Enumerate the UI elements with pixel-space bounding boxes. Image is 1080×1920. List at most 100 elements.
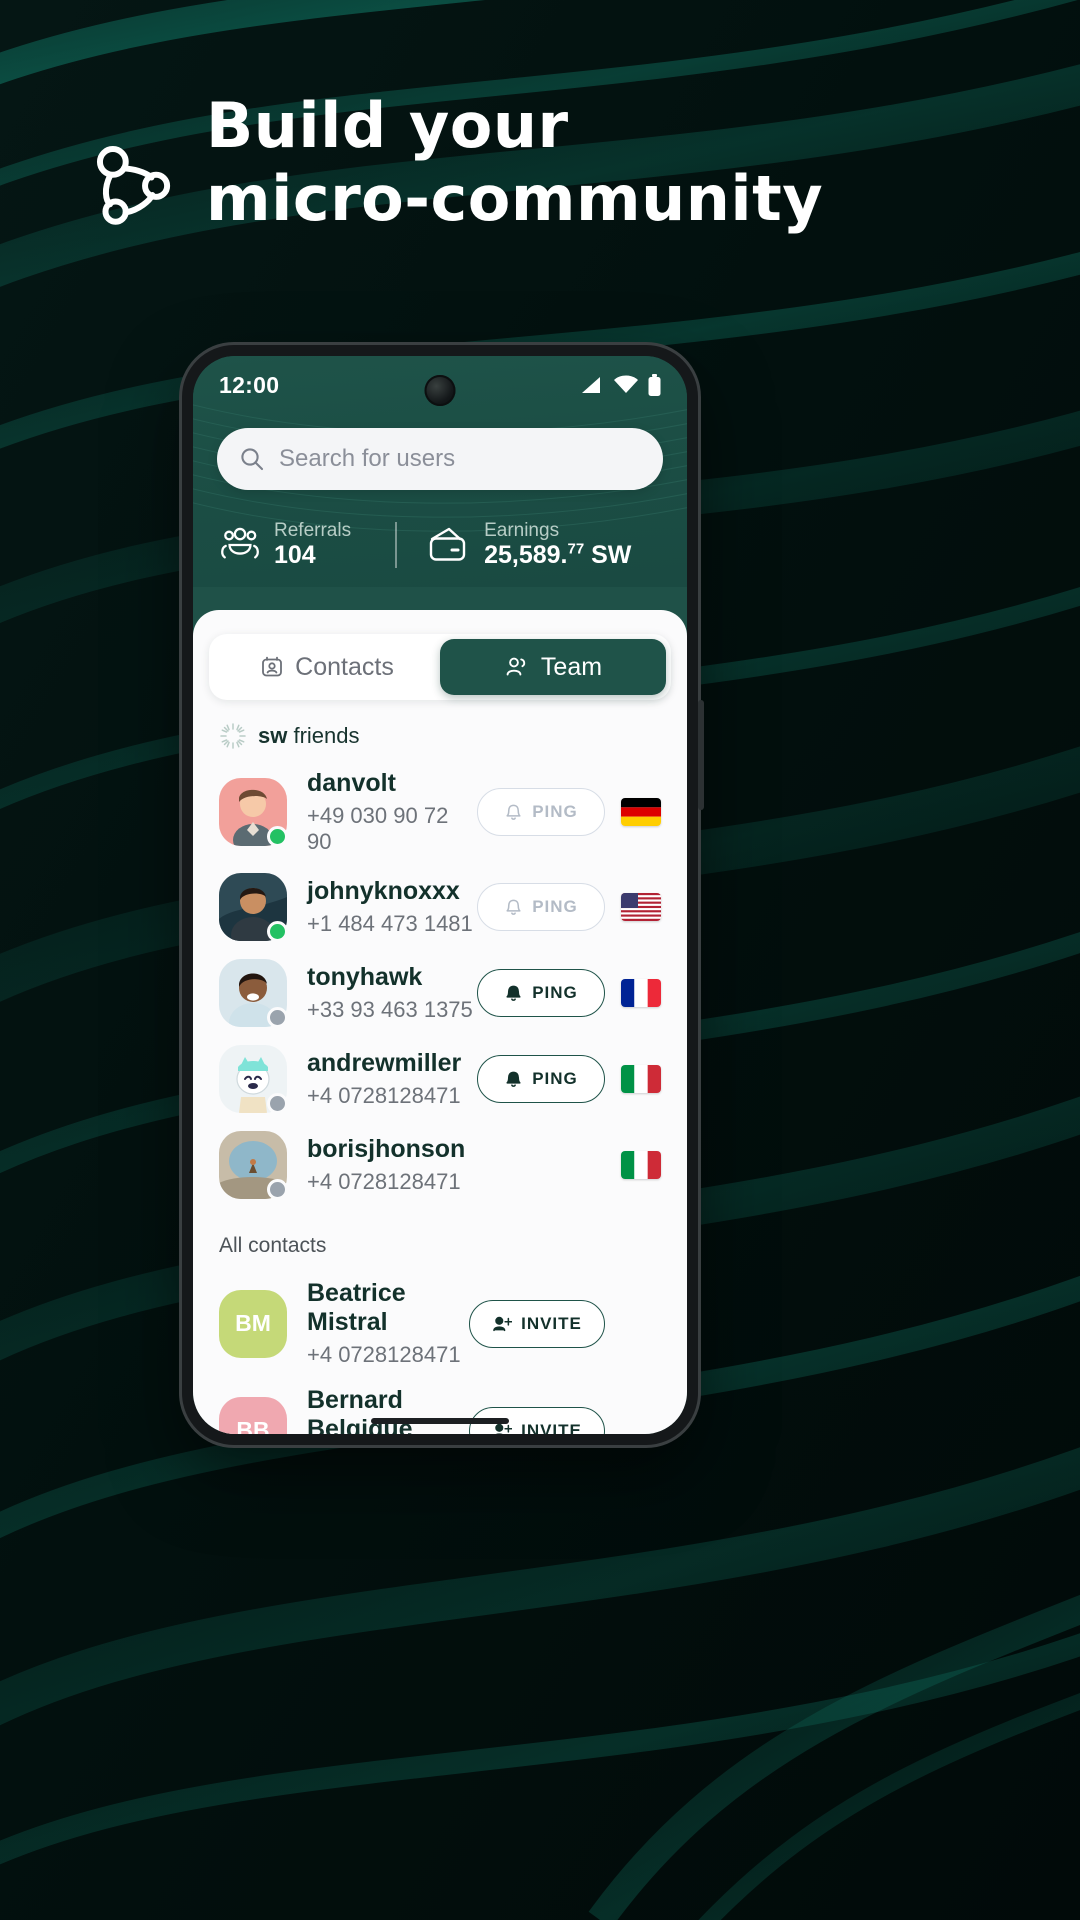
status-clock: 12:00 (219, 371, 280, 398)
table-row[interactable]: danvolt +49 030 90 72 90 PING (193, 760, 687, 864)
signal-icon (582, 377, 600, 393)
home-indicator[interactable] (371, 1418, 509, 1424)
stat-referrals-value: 104 (274, 541, 316, 570)
status-dot-offline (267, 1007, 288, 1028)
section-header-friends: sw friends (193, 700, 687, 760)
table-row[interactable]: johnyknoxxx +1 484 473 1481 PING (193, 864, 687, 950)
bell-icon (506, 985, 521, 1001)
table-row[interactable]: tonyhawk +33 93 463 1375 PING (193, 950, 687, 1036)
section-header-all-contacts: All contacts (219, 1234, 327, 1257)
stats-row: Referrals 104 Earnings 25,589.77 SW (193, 520, 687, 569)
status-dot-offline (267, 1179, 288, 1200)
people-icon (506, 657, 526, 676)
flag-de (621, 798, 661, 826)
wifi-icon (614, 375, 638, 393)
user-plus-icon (493, 1316, 513, 1331)
ping-button[interactable]: PING (477, 1055, 605, 1103)
hero-header: Build your micro-community (0, 89, 1080, 235)
invite-button-label: INVITE (521, 1313, 582, 1333)
search-icon (241, 448, 264, 471)
headline-line-2: micro-community (206, 161, 824, 235)
search-placeholder-text: Search for users (279, 445, 456, 472)
table-row[interactable]: BB Bernard Belgique +4 0728128471 (193, 1377, 687, 1434)
avatar-initials: BB (219, 1396, 287, 1434)
contact-card-icon (262, 656, 283, 677)
tab-bar: Contacts Team (209, 634, 671, 700)
user-phone: +4 0728128471 (307, 1169, 461, 1194)
user-name: johnyknoxxx (307, 877, 460, 905)
stat-referrals[interactable]: Referrals 104 (219, 520, 351, 569)
user-name: tonyhawk (307, 963, 423, 991)
battery-icon (648, 374, 661, 396)
user-name: andrewmiller (307, 1049, 462, 1077)
content-sheet: Contacts Team sw friends danvolt +49 030… (193, 610, 687, 1434)
contacts-list: BM Beatrice Mistral +4 0728128471 INVITE… (193, 1270, 687, 1434)
search-input[interactable]: Search for users (217, 428, 663, 490)
invite-button-label: INVITE (521, 1420, 582, 1435)
phone-mockup: 12:00 Search for users Referrals 104 Ear… (182, 345, 704, 1445)
contact-name: Beatrice Mistral (307, 1279, 406, 1336)
flag-fr (621, 979, 661, 1007)
row-meta: borisjhonson +4 0728128471 (307, 1135, 605, 1195)
user-phone: +4 0728128471 (307, 1083, 461, 1108)
tab-contacts-label: Contacts (295, 652, 394, 681)
community-network-icon (96, 146, 171, 225)
table-row[interactable]: andrewmiller +4 0728128471 PING (193, 1036, 687, 1122)
stat-earnings-texts: Earnings 25,589.77 SW (484, 520, 631, 569)
referrals-group-icon (221, 527, 259, 559)
user-name: borisjhonson (307, 1135, 466, 1163)
friends-list: danvolt +49 030 90 72 90 PING johnyknoxx… (193, 760, 687, 1208)
earnings-main: 25,589. (484, 541, 568, 570)
sw-burst-icon (220, 723, 246, 749)
contact-name: Bernard Belgique (307, 1386, 413, 1434)
status-dot-offline (267, 1093, 288, 1114)
stat-earnings-value: 25,589.77 SW (484, 541, 631, 569)
stat-referrals-texts: Referrals 104 (274, 520, 351, 569)
avatar-initials: BM (219, 1289, 287, 1358)
ping-button-label: PING (532, 802, 578, 821)
row-meta: andrewmiller +4 0728128471 (307, 1049, 477, 1109)
earnings-cents: 77 (567, 540, 585, 558)
avatar (219, 873, 288, 942)
avatar: BB (219, 1396, 287, 1434)
row-meta: johnyknoxxx +1 484 473 1481 (307, 877, 477, 937)
tab-team[interactable]: Team (440, 639, 666, 695)
avatar (219, 1131, 288, 1200)
ping-button-label: PING (532, 897, 578, 916)
friends-text: friends (287, 723, 360, 748)
user-phone: +49 030 90 72 90 (307, 803, 449, 854)
status-icon-group (580, 374, 661, 396)
flag-us (621, 893, 661, 921)
flag-it (621, 1151, 661, 1179)
user-phone: +1 484 473 1481 (307, 911, 473, 936)
earnings-currency: SW (584, 541, 632, 570)
status-dot-online (267, 921, 288, 942)
status-dot-online (267, 826, 288, 847)
tab-contacts[interactable]: Contacts (214, 639, 440, 695)
avatar (219, 1045, 288, 1114)
avatar (219, 778, 288, 847)
table-row[interactable]: borisjhonson +4 0728128471 (193, 1122, 687, 1208)
row-meta: Beatrice Mistral +4 0728128471 (307, 1279, 469, 1368)
ping-button[interactable]: PING (477, 788, 605, 836)
user-name: danvolt (307, 769, 396, 797)
app-header: 12:00 Search for users Referrals 104 Ear… (193, 356, 687, 588)
ping-button[interactable]: PING (477, 969, 605, 1017)
avatar (219, 959, 288, 1028)
headline-line-1: Build your (206, 89, 569, 162)
table-row[interactable]: BM Beatrice Mistral +4 0728128471 INVITE (193, 1270, 687, 1377)
phone-screen: 12:00 Search for users Referrals 104 Ear… (193, 356, 687, 1434)
user-phone: +33 93 463 1375 (307, 997, 473, 1022)
ping-button-label: PING (532, 983, 578, 1002)
row-meta: danvolt +49 030 90 72 90 (307, 769, 477, 855)
invite-button[interactable]: INVITE (469, 1299, 605, 1348)
stat-earnings-label: Earnings (484, 520, 560, 541)
stat-referrals-label: Referrals (274, 520, 352, 541)
section-header-friends-label: sw friends (258, 723, 360, 749)
flag-it (621, 1065, 661, 1093)
phone-side-button (698, 700, 704, 810)
row-meta: Bernard Belgique +4 0728128471 (307, 1386, 469, 1434)
stat-earnings[interactable]: Earnings 25,589.77 SW (425, 520, 631, 569)
ping-button[interactable]: PING (477, 883, 605, 931)
wallet-icon (429, 527, 466, 561)
